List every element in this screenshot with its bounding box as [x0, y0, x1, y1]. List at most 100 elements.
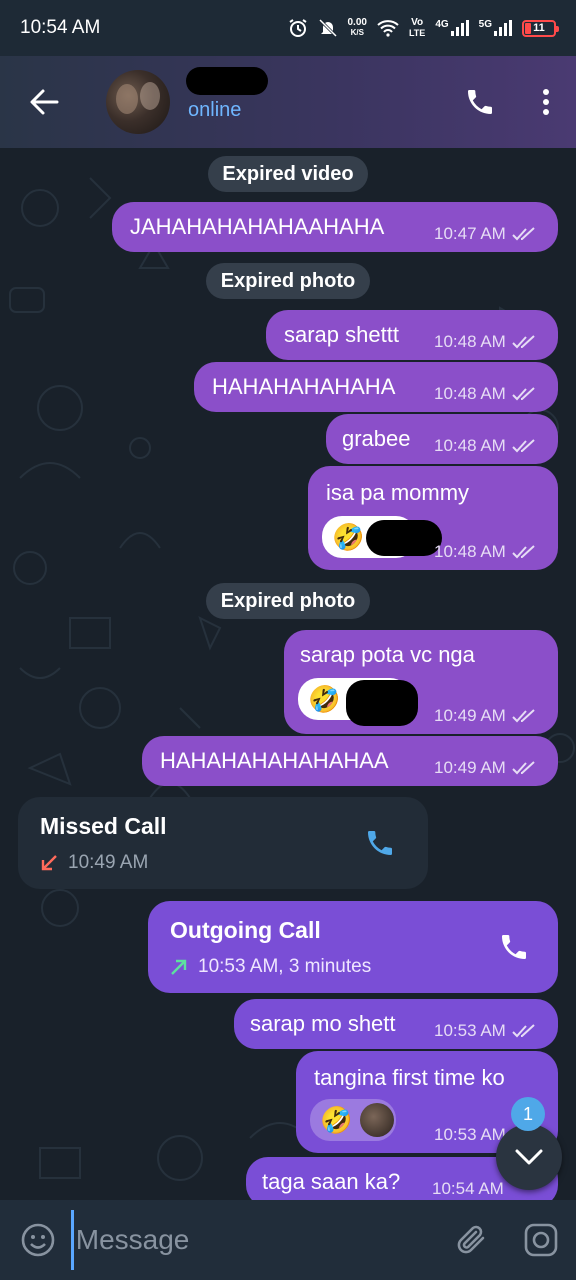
status-bar: 10:54 AM 0.00 K/S Vo LTE 4G 5G 11 — [0, 0, 576, 56]
online-status: online — [188, 98, 242, 121]
volte-indicator: Vo LTE — [408, 17, 426, 39]
message-meta: 10:53 AM — [434, 1021, 536, 1041]
message-text: sarap mo shett — [250, 1011, 396, 1036]
call-title: Outgoing Call — [170, 917, 321, 943]
double-check-icon — [512, 1024, 535, 1038]
double-check-icon — [512, 227, 535, 241]
message-input-bar — [0, 1200, 576, 1280]
redacted-avatar — [346, 680, 418, 726]
phone-icon — [368, 831, 392, 855]
contact-name-redacted — [186, 66, 268, 95]
camera-button[interactable] — [506, 1200, 576, 1280]
double-check-icon — [512, 335, 535, 349]
message-bubble-outgoing[interactable]: HAHAHAHAHAHA 10:48 AM — [194, 362, 558, 412]
signal-4g: 4G — [435, 20, 469, 36]
call-subtitle: 10:49 AM — [40, 852, 148, 874]
message-time: 10:53 AM — [434, 1125, 506, 1144]
call-button[interactable] — [444, 56, 516, 148]
missed-call-bubble[interactable]: Missed Call 10:49 AM — [18, 797, 428, 889]
message-time: 10:48 AM — [434, 436, 506, 455]
message-text: HAHAHAHAHAHA — [212, 374, 396, 399]
message-bubble-outgoing[interactable]: JAHAHAHAHAHAAHAHA 10:47 AM — [112, 202, 558, 252]
message-meta: 10:49 AM — [434, 758, 536, 778]
message-time: 10:49 AM — [434, 706, 506, 725]
camera-icon — [524, 1223, 558, 1257]
reactor-avatar — [360, 1103, 394, 1137]
message-time: 10:48 AM — [434, 384, 506, 403]
more-options-button[interactable] — [516, 56, 576, 148]
battery-icon: 11 — [522, 19, 559, 37]
back-button[interactable] — [0, 56, 88, 148]
scroll-to-bottom-button[interactable] — [496, 1124, 562, 1190]
service-message-expired-photo: Expired photo — [206, 263, 370, 299]
message-text: sarap shettt — [284, 322, 399, 347]
double-check-icon — [512, 545, 535, 559]
message-meta: 10:49 AM — [434, 706, 536, 726]
call-time: 10:53 AM, 3 minutes — [198, 956, 372, 977]
outgoing-call-bubble[interactable]: Outgoing Call 10:53 AM, 3 minutes — [148, 901, 558, 993]
arrow-left-icon — [30, 89, 59, 115]
message-bubble-outgoing[interactable]: grabee 10:48 AM — [326, 414, 558, 464]
message-meta: 10:53 AM — [434, 1125, 506, 1145]
message-text: sarap pota vc nga — [300, 642, 475, 667]
double-check-icon — [512, 439, 535, 453]
outgoing-call-arrow-icon — [171, 959, 187, 975]
message-bubble-outgoing[interactable]: HAHAHAHAHAHAHAA 10:49 AM — [142, 736, 558, 786]
call-again-button[interactable] — [498, 931, 530, 968]
message-meta: 10:47 AM — [434, 224, 536, 244]
service-message-expired-photo: Expired photo — [206, 583, 370, 619]
emoji-button[interactable] — [0, 1200, 77, 1280]
net-speed: 0.00 K/S — [347, 17, 367, 38]
message-meta: 10:48 AM — [434, 332, 536, 352]
chat-area[interactable]: Expired video JAHAHAHAHAHAAHAHA 10:47 AM… — [0, 148, 576, 1200]
call-title: Missed Call — [40, 813, 167, 839]
mute-bell-icon — [318, 18, 337, 38]
chat-header: online — [0, 56, 576, 148]
chevron-down-icon — [515, 1149, 543, 1165]
signal-bars-icon — [450, 20, 469, 36]
smiley-icon — [22, 1223, 55, 1257]
call-back-button[interactable] — [364, 827, 396, 864]
attach-button[interactable] — [437, 1200, 507, 1280]
double-check-icon — [512, 709, 535, 723]
signal-bars-icon — [494, 20, 512, 36]
message-time: 10:48 AM — [434, 332, 506, 351]
rofl-emoji-icon: 🤣 — [308, 683, 341, 714]
message-time: 10:53 AM — [434, 1021, 506, 1040]
header-actions — [444, 56, 576, 148]
phone-icon — [502, 935, 526, 959]
message-text: tangina first time ko — [314, 1065, 505, 1090]
paperclip-icon — [457, 1225, 484, 1254]
double-check-icon — [512, 387, 535, 401]
message-text: JAHAHAHAHAHAAHAHA — [130, 214, 385, 239]
avatar[interactable] — [106, 70, 170, 134]
unread-count-badge: 1 — [511, 1097, 545, 1131]
message-meta: 10:48 AM — [434, 542, 536, 562]
message-text: taga saan ka? — [262, 1169, 401, 1194]
message-bubble-outgoing[interactable]: sarap pota vc nga 🤣 10:49 AM — [284, 630, 558, 734]
message-meta: 10:54 AM — [432, 1179, 504, 1199]
message-bubble-outgoing[interactable]: sarap mo shett 10:53 AM — [234, 999, 558, 1049]
missed-call-arrow-icon — [41, 855, 57, 871]
wifi-icon — [377, 20, 399, 37]
message-time: 10:54 AM — [432, 1179, 504, 1198]
message-input[interactable] — [70, 1210, 437, 1270]
message-bubble-outgoing[interactable]: isa pa mommy 🤣 10:48 AM — [308, 466, 558, 570]
message-time: 10:47 AM — [434, 224, 506, 243]
message-meta: 10:48 AM — [434, 436, 536, 456]
rofl-emoji-icon: 🤣 — [320, 1104, 353, 1135]
message-text: isa pa mommy — [326, 480, 470, 505]
phone-icon — [468, 90, 492, 114]
message-time: 10:49 AM — [434, 758, 506, 777]
message-text: grabee — [342, 426, 411, 451]
rofl-emoji-icon: 🤣 — [332, 521, 365, 552]
status-icons: 0.00 K/S Vo LTE 4G 5G 11 — [288, 17, 559, 39]
message-time: 10:48 AM — [434, 542, 506, 561]
alarm-icon — [288, 19, 307, 37]
status-time: 10:54 AM — [20, 17, 101, 38]
more-vertical-icon — [543, 89, 549, 115]
contact-info[interactable]: online — [186, 66, 378, 122]
call-subtitle: 10:53 AM, 3 minutes — [170, 956, 371, 978]
message-bubble-outgoing[interactable]: sarap shettt 10:48 AM — [266, 310, 558, 360]
double-check-icon — [512, 761, 535, 775]
